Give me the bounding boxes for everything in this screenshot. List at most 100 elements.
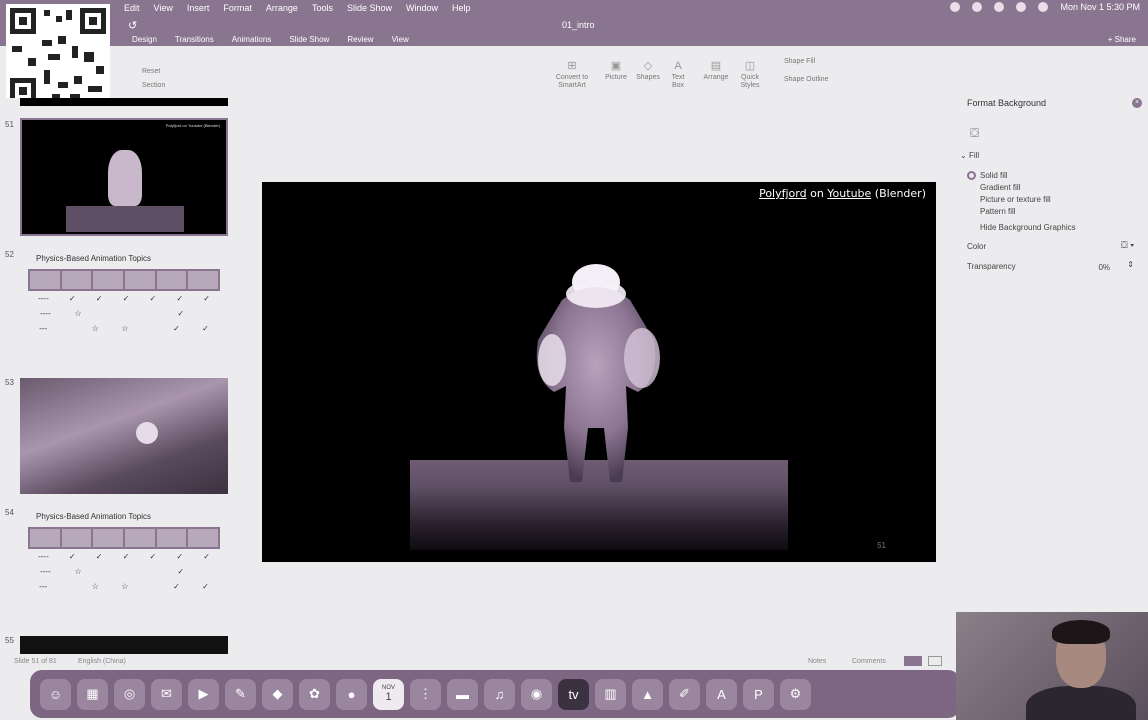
table-cell: ☆ bbox=[91, 582, 99, 591]
table-cell: ✓ bbox=[173, 324, 180, 333]
arrange-label: Arrange bbox=[703, 74, 729, 82]
convert-smartart-button[interactable]: ⊞ Convert to SmartArt bbox=[552, 60, 592, 89]
table-cell: ✓ bbox=[68, 294, 76, 303]
menu-tools[interactable]: Tools bbox=[312, 3, 333, 13]
messages-icon[interactable]: ✎ bbox=[225, 678, 256, 710]
tab-review[interactable]: Review bbox=[347, 35, 373, 44]
star-icon[interactable] bbox=[994, 2, 1005, 12]
picture-icon: ▣ bbox=[610, 60, 622, 72]
solid-fill-option[interactable]: Solid fill bbox=[980, 171, 1008, 180]
language-indicator[interactable]: English (China) bbox=[78, 658, 126, 665]
podcasts-icon[interactable]: ◉ bbox=[521, 678, 552, 710]
dropbox-icon[interactable] bbox=[972, 2, 983, 12]
menu-bar: Edit View Insert Format Arrange Tools Sl… bbox=[0, 0, 1148, 16]
close-icon[interactable]: × bbox=[1132, 98, 1142, 108]
photos-icon[interactable]: ✿ bbox=[299, 678, 330, 710]
notes-button[interactable]: Notes bbox=[808, 658, 826, 665]
webcam-person-shirt bbox=[1026, 686, 1136, 720]
shape-outline-button[interactable]: Shape Outline bbox=[784, 76, 828, 84]
table-cell: ---- bbox=[39, 567, 51, 576]
pattern-fill-option[interactable]: Pattern fill bbox=[980, 207, 1016, 216]
facetime-icon[interactable]: ▶ bbox=[188, 678, 219, 710]
thumbnail-slide-54[interactable]: Physics-Based Animation Topics ---- ✓ ✓ ✓ ✓ ✓… bbox=[20, 508, 228, 612]
share-button[interactable]: + Share bbox=[1108, 35, 1136, 44]
wifi-icon[interactable] bbox=[1016, 2, 1027, 12]
menu-window[interactable]: Window bbox=[406, 3, 438, 13]
arrange-button[interactable]: ▤ Arrange bbox=[700, 60, 732, 82]
thumbnail-slide-50[interactable] bbox=[20, 98, 228, 106]
tab-animations[interactable]: Animations bbox=[232, 35, 272, 44]
maps-icon[interactable]: ◆ bbox=[262, 678, 293, 710]
table-row: ---- ☆ ✓ bbox=[28, 306, 220, 321]
appstore-icon[interactable]: A bbox=[706, 678, 737, 710]
powerpoint-icon[interactable]: P bbox=[743, 678, 774, 710]
mail-icon[interactable]: ✉ bbox=[151, 678, 182, 710]
quick-styles-icon: ◫ bbox=[744, 60, 756, 72]
reminders-icon[interactable]: ⋮ bbox=[410, 678, 441, 710]
menu-clock[interactable]: Mon Nov 1 5:30 PM bbox=[1060, 2, 1140, 12]
menu-insert[interactable]: Insert bbox=[187, 3, 210, 13]
paint-bucket-icon[interactable]: ⛋ bbox=[970, 126, 979, 141]
menu-format[interactable]: Format bbox=[223, 3, 252, 13]
thumbnail-slide-55[interactable] bbox=[20, 636, 228, 654]
launchpad-icon[interactable]: ▦ bbox=[77, 678, 108, 710]
tab-transitions[interactable]: Transitions bbox=[175, 35, 214, 44]
sorter-view-icon[interactable] bbox=[928, 656, 942, 666]
menu-help[interactable]: Help bbox=[452, 3, 471, 13]
undo-icon[interactable]: ↺ bbox=[128, 19, 137, 32]
slide-thumbnail-panel[interactable]: 51 Polyfjord on Youtube (Blender) 52 Phy… bbox=[0, 98, 236, 654]
music-icon[interactable]: ♫ bbox=[484, 678, 515, 710]
reset-button[interactable]: Reset bbox=[142, 68, 160, 76]
tab-design[interactable]: Design bbox=[132, 35, 157, 44]
table-cell: --- bbox=[39, 582, 48, 591]
transparency-stepper[interactable]: ⇕ bbox=[1127, 260, 1134, 269]
gradient-fill-option[interactable]: Gradient fill bbox=[980, 183, 1020, 192]
search-icon[interactable] bbox=[1038, 2, 1049, 12]
safari-icon[interactable]: ◎ bbox=[114, 678, 145, 710]
picture-label: Picture bbox=[605, 74, 627, 82]
calendar-icon[interactable]: NOV 1 bbox=[373, 678, 404, 710]
thumbnail-number: 54 bbox=[5, 508, 14, 517]
calendar-day: 1 bbox=[385, 691, 392, 703]
menu-edit[interactable]: Edit bbox=[124, 3, 140, 13]
menu-arrange[interactable]: Arrange bbox=[266, 3, 298, 13]
thumbnail-slide-52[interactable]: Physics-Based Animation Topics ---- ✓ ✓ ✓ ✓ ✓… bbox=[20, 250, 228, 354]
thumbnail-slide-53[interactable] bbox=[20, 378, 228, 494]
transparency-value[interactable]: 0% bbox=[1098, 263, 1110, 272]
menu-slide-show[interactable]: Slide Show bbox=[347, 3, 392, 13]
table-cell: ☆ bbox=[121, 324, 129, 333]
tab-slide-show[interactable]: Slide Show bbox=[289, 35, 329, 44]
thumbnail-number: 53 bbox=[5, 378, 14, 387]
normal-view-icon[interactable] bbox=[904, 656, 922, 666]
comments-button[interactable]: Comments bbox=[852, 658, 886, 665]
pages-icon[interactable]: ✐ bbox=[669, 678, 700, 710]
table-cell: ✓ bbox=[203, 552, 210, 561]
picture-button[interactable]: ▣ Picture bbox=[602, 60, 630, 82]
status-icon[interactable] bbox=[950, 2, 961, 12]
slide-canvas[interactable]: Polyfjord on Youtube (Blender) 51 bbox=[262, 182, 936, 562]
solid-fill-radio[interactable] bbox=[967, 171, 976, 180]
picture-texture-fill-option[interactable]: Picture or texture fill bbox=[980, 195, 1051, 204]
shape-fill-button[interactable]: Shape Fill bbox=[784, 58, 815, 66]
quick-styles-button[interactable]: ◫ Quick Styles bbox=[736, 60, 764, 89]
tv-icon[interactable]: tv bbox=[558, 678, 589, 710]
keynote-icon[interactable]: ▲ bbox=[632, 678, 663, 710]
table-row: --- ☆ ☆ ✓ ✓ bbox=[28, 321, 220, 336]
notes-icon[interactable]: ▬ bbox=[447, 678, 478, 710]
section-button[interactable]: Section bbox=[142, 82, 165, 90]
fill-section-toggle[interactable]: ⌄ Fill bbox=[960, 151, 979, 160]
contacts-icon[interactable]: ● bbox=[336, 678, 367, 710]
table-cell: ✓ bbox=[202, 324, 209, 333]
thumbnail-slide-51[interactable]: Polyfjord on Youtube (Blender) bbox=[20, 118, 228, 236]
preferences-icon[interactable]: ⚙ bbox=[780, 678, 811, 710]
tab-view[interactable]: View bbox=[392, 35, 409, 44]
color-picker-button[interactable]: ⛋ ▾ bbox=[1121, 240, 1134, 251]
hide-background-graphics-checkbox[interactable]: Hide Background Graphics bbox=[980, 223, 1076, 232]
numbers-icon[interactable]: ▥ bbox=[595, 678, 626, 710]
text-box-label: Text Box bbox=[671, 74, 685, 89]
dock: ☺ ▦ ◎ ✉ ▶ ✎ ◆ ✿ ● NOV 1 ⋮ ▬ ♫ ◉ tv ▥ ▲ ✐… bbox=[30, 670, 960, 718]
finder-icon[interactable]: ☺ bbox=[40, 678, 71, 710]
menu-view[interactable]: View bbox=[154, 3, 173, 13]
text-box-button[interactable]: A Text Box bbox=[666, 60, 690, 89]
shapes-button[interactable]: ◇ Shapes bbox=[634, 60, 662, 82]
